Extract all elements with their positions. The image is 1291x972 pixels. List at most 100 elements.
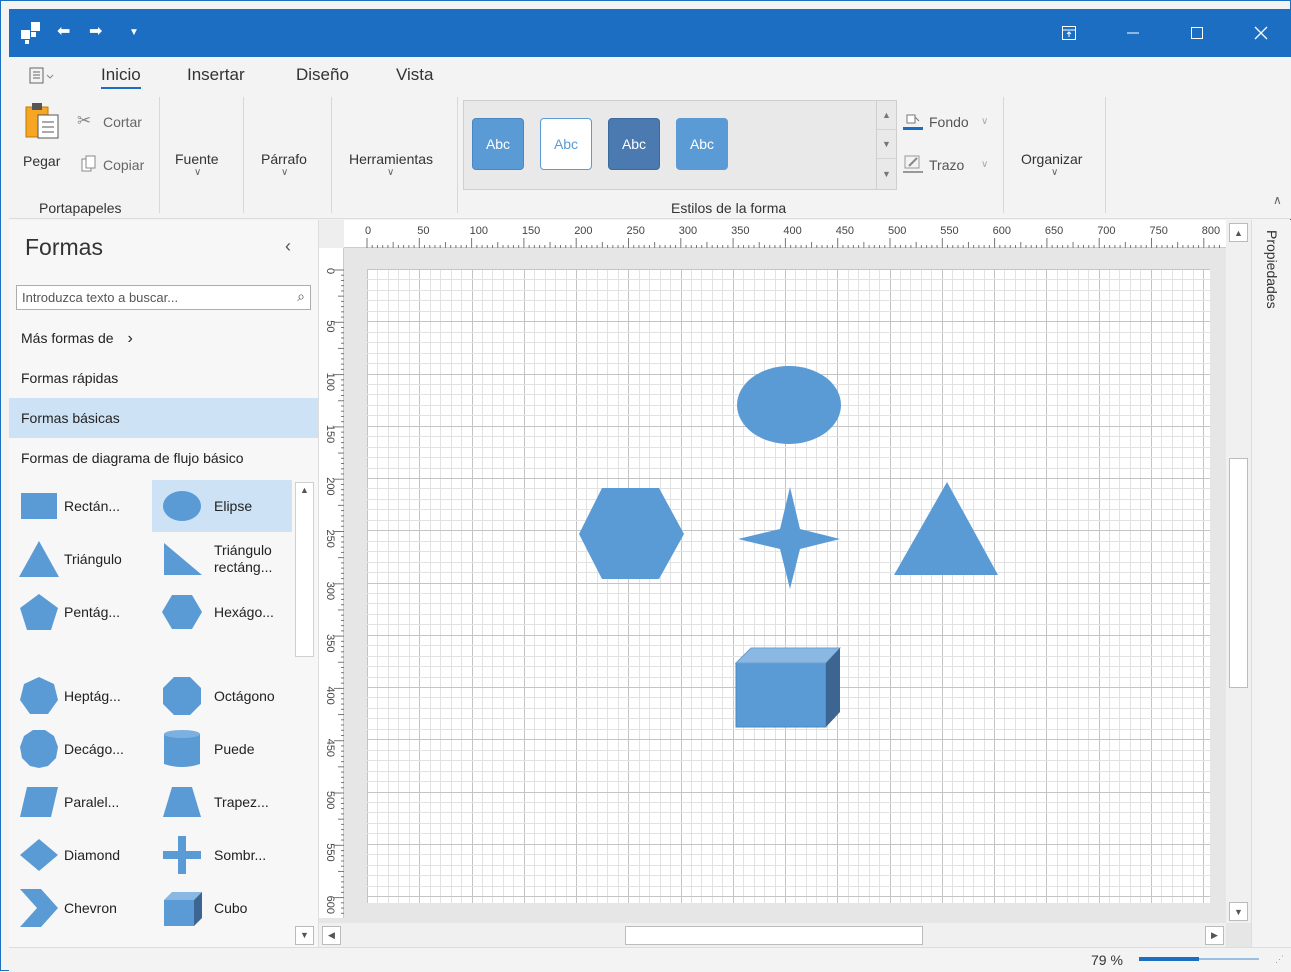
search-placeholder: Introduzca texto a buscar... bbox=[22, 290, 179, 305]
collapse-ribbon-icon[interactable]: ∧ bbox=[1273, 193, 1282, 207]
separator bbox=[331, 97, 332, 213]
shape-ellipse[interactable]: Elipse bbox=[152, 480, 292, 532]
shape-plus[interactable]: Sombr... bbox=[152, 829, 292, 881]
shapes-scrollbar[interactable]: ▲ bbox=[295, 482, 314, 657]
shape-styles-gallery: Abc Abc Abc Abc ▲ ▼ ▼ bbox=[463, 100, 897, 190]
ruler-label: 800 bbox=[1202, 225, 1220, 237]
ruler-label: 500 bbox=[888, 225, 906, 237]
quick-access-dropdown-icon[interactable]: ▼ bbox=[129, 27, 139, 38]
shape-label: Diamond bbox=[64, 846, 121, 863]
close-button[interactable] bbox=[1229, 9, 1291, 57]
style-swatch-2[interactable]: Abc bbox=[540, 118, 592, 170]
shape-right-triangle[interactable]: Triángulo rectáng... bbox=[152, 533, 292, 585]
scroll-up-icon[interactable]: ▲ bbox=[300, 485, 309, 495]
fill-chevron-icon: ∨ bbox=[981, 116, 989, 127]
diagram-canvas-area: 0 50 100 150 200 250 300 350 400 450 500 550 600 650 7… bbox=[319, 220, 1251, 947]
shape-label: Paralel... bbox=[64, 793, 120, 810]
redo-icon[interactable]: ➡ bbox=[89, 21, 102, 41]
category-flowchart-shapes[interactable]: Formas de diagrama de flujo básico bbox=[9, 438, 318, 478]
tab-diseno[interactable]: Diseño bbox=[296, 65, 349, 85]
pentagon-icon bbox=[20, 594, 58, 630]
panel-title: Formas bbox=[25, 234, 103, 260]
shape-parallelogram[interactable]: Paralel... bbox=[9, 776, 149, 828]
tab-vista[interactable]: Vista bbox=[396, 65, 434, 85]
cut-label: Cortar bbox=[103, 114, 142, 130]
scroll-down-button[interactable]: ▼ bbox=[295, 926, 314, 945]
cut-button[interactable]: ✂ Cortar bbox=[77, 111, 157, 135]
canvas-hexagon[interactable] bbox=[579, 488, 684, 579]
tools-dropdown[interactable]: Herramientas ∨ bbox=[345, 151, 445, 181]
properties-panel-tab[interactable]: Propiedades bbox=[1251, 220, 1291, 947]
shape-decagon[interactable]: Decágo... bbox=[9, 723, 149, 775]
shape-triangle[interactable]: Triángulo bbox=[9, 533, 149, 585]
copy-button[interactable]: Copiar bbox=[77, 154, 157, 178]
shape-chevron[interactable]: Chevron bbox=[9, 882, 149, 934]
paste-button[interactable]: Pegar bbox=[19, 101, 63, 171]
chevron-icon bbox=[20, 889, 58, 927]
font-dropdown[interactable]: Fuente ∨ bbox=[169, 151, 239, 181]
ruler-label: 200 bbox=[324, 477, 336, 495]
gallery-up-icon[interactable]: ▲ bbox=[877, 101, 896, 130]
horizontal-scroll-thumb[interactable] bbox=[625, 926, 923, 945]
vertical-scroll-thumb[interactable] bbox=[1229, 458, 1248, 688]
category-more-shapes[interactable]: Más formas de › bbox=[9, 318, 318, 358]
ribbon-display-options-button[interactable] bbox=[1037, 9, 1101, 57]
zoom-slider[interactable] bbox=[1139, 957, 1259, 961]
scroll-down-button[interactable]: ▼ bbox=[1229, 902, 1248, 921]
maximize-button[interactable] bbox=[1165, 9, 1229, 57]
canvas-triangle[interactable] bbox=[894, 482, 998, 575]
ribbon-display-icon bbox=[1062, 26, 1076, 40]
scroll-right-button[interactable]: ▶ bbox=[1205, 926, 1224, 945]
shape-can[interactable]: Puede bbox=[152, 723, 292, 775]
file-menu-icon[interactable] bbox=[29, 67, 59, 85]
collapse-panel-icon[interactable]: ‹ bbox=[285, 236, 291, 257]
arrange-dropdown[interactable]: Organizar ∨ bbox=[1015, 151, 1105, 181]
tools-chevron-icon: ∨ bbox=[387, 167, 395, 178]
separator bbox=[457, 97, 458, 213]
scroll-left-button[interactable]: ◀ bbox=[322, 926, 341, 945]
shape-hexagon[interactable]: Hexágo... bbox=[152, 586, 292, 638]
tools-label: Herramientas bbox=[349, 151, 434, 167]
ruler-label: 550 bbox=[324, 843, 336, 861]
undo-icon[interactable]: ⬅ bbox=[57, 21, 70, 41]
scroll-up-button[interactable]: ▲ bbox=[1229, 223, 1248, 242]
shape-trapezoid[interactable]: Trapez... bbox=[152, 776, 292, 828]
diagram-page[interactable] bbox=[367, 269, 1210, 903]
shape-cube[interactable]: Cubo bbox=[152, 882, 292, 934]
paragraph-dropdown[interactable]: Párrafo ∨ bbox=[255, 151, 325, 181]
style-swatch-3[interactable]: Abc bbox=[608, 118, 660, 170]
copy-label: Copiar bbox=[103, 157, 145, 173]
category-quick-shapes[interactable]: Formas rápidas bbox=[9, 358, 318, 398]
vertical-scrollbar[interactable]: ▲ ▼ bbox=[1226, 220, 1251, 923]
shape-rectangle[interactable]: Rectán... bbox=[9, 480, 149, 532]
shape-octagon[interactable]: Octágono bbox=[152, 670, 292, 722]
fill-dropdown[interactable]: Fondo ∨ bbox=[903, 111, 999, 135]
title-bar: ⬅ ➡ ▼ bbox=[9, 9, 1291, 57]
gallery-scroll[interactable]: ▲ ▼ ▼ bbox=[876, 101, 896, 189]
gallery-expand-icon[interactable]: ▼ bbox=[877, 159, 896, 188]
category-basic-shapes[interactable]: Formas básicas bbox=[9, 398, 318, 438]
canvas-star[interactable] bbox=[738, 487, 840, 589]
style-swatch-1[interactable]: Abc bbox=[472, 118, 524, 170]
shape-search-input[interactable]: Introduzca texto a buscar... ⌕ bbox=[16, 285, 311, 310]
shapes-panel: Formas ‹ Introduzca texto a buscar... ⌕ … bbox=[9, 220, 319, 948]
shape-pentagon[interactable]: Pentág... bbox=[9, 586, 149, 638]
tab-insertar[interactable]: Insertar bbox=[187, 65, 245, 85]
tab-inicio[interactable]: Inicio bbox=[101, 65, 141, 89]
shapes-gallery: Rectán... Elipse Triángulo Triángulo rec… bbox=[9, 478, 318, 948]
ruler-label: 0 bbox=[324, 268, 336, 274]
canvas-cube[interactable] bbox=[734, 647, 842, 728]
ruler-label: 250 bbox=[627, 225, 645, 237]
minimize-button[interactable] bbox=[1101, 9, 1165, 57]
canvas-ellipse[interactable] bbox=[737, 366, 841, 444]
ruler-label: 100 bbox=[324, 373, 336, 391]
ruler-label: 600 bbox=[993, 225, 1011, 237]
style-swatch-4[interactable]: Abc bbox=[676, 118, 728, 170]
shape-diamond[interactable]: Diamond bbox=[9, 829, 149, 881]
resize-grip-icon[interactable]: ⋰ bbox=[1275, 954, 1284, 965]
stroke-dropdown[interactable]: Trazo ∨ bbox=[903, 154, 999, 178]
shape-heptagon[interactable]: Heptág... bbox=[9, 670, 149, 722]
minimize-icon bbox=[1127, 32, 1139, 34]
horizontal-scrollbar[interactable]: ◀ ▶ bbox=[319, 923, 1226, 947]
gallery-down-icon[interactable]: ▼ bbox=[877, 130, 896, 159]
